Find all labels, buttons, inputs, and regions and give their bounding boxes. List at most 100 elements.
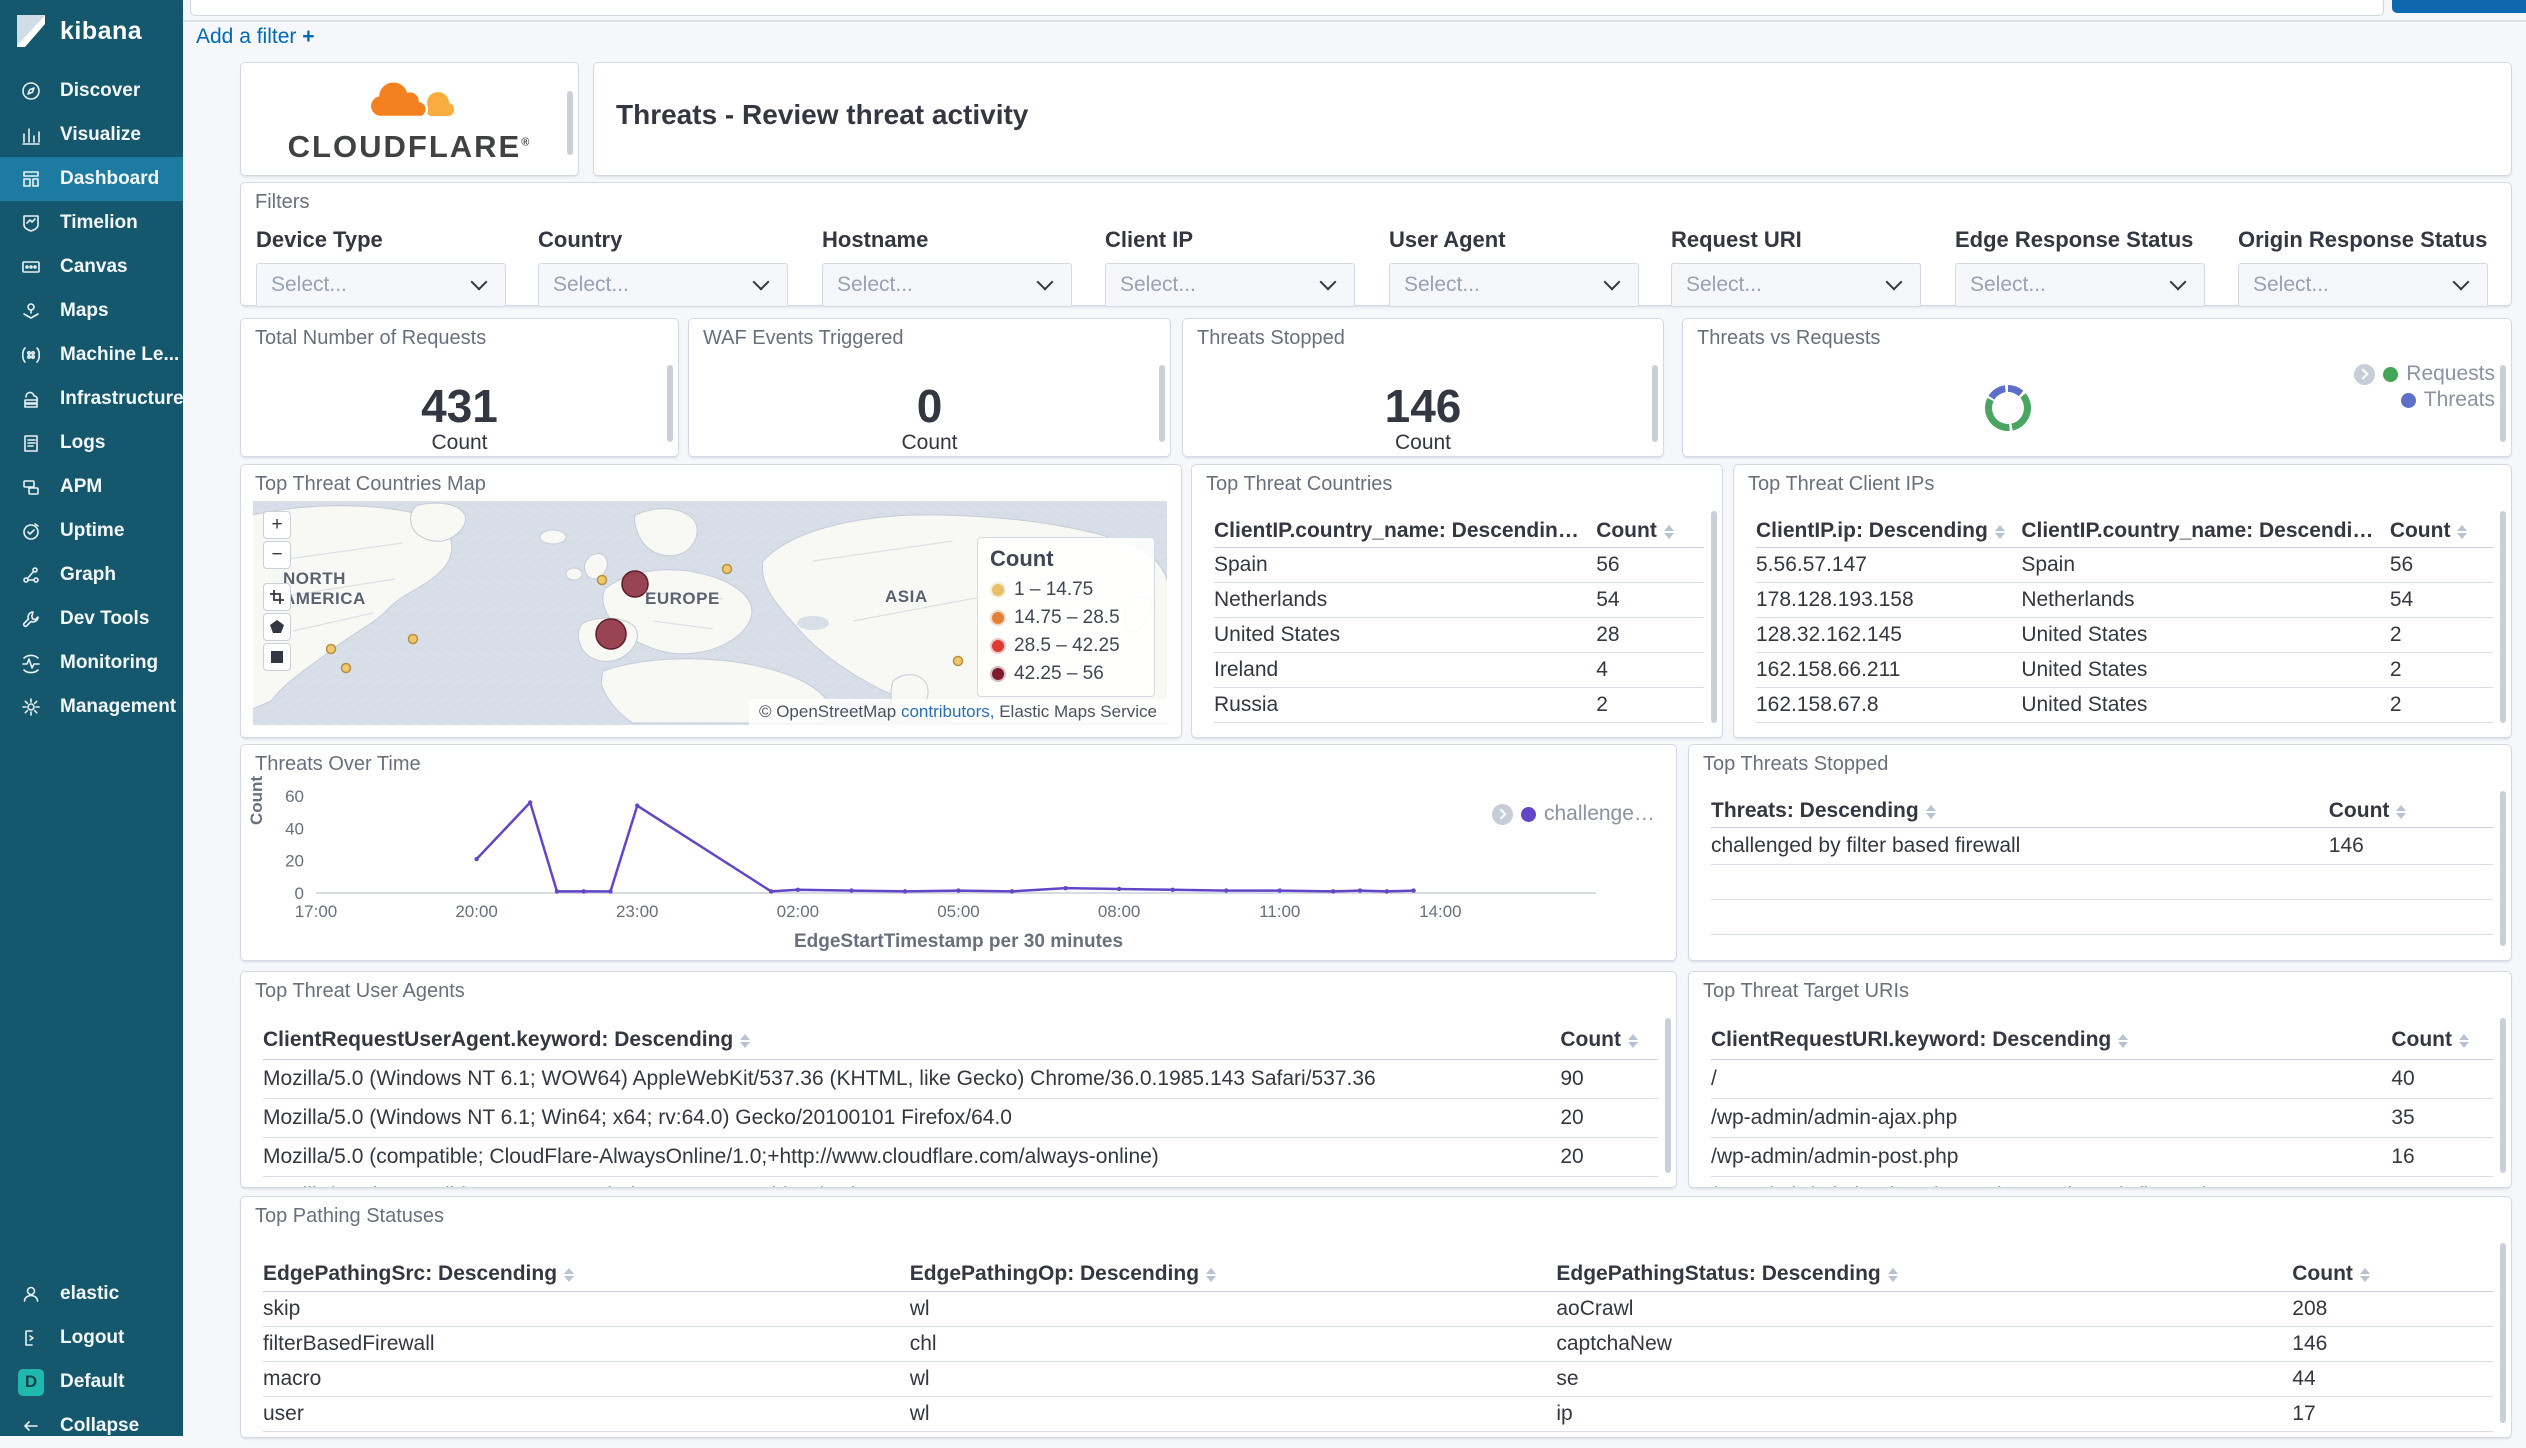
metric-unit: Count xyxy=(1394,431,1452,454)
table-row[interactable]: Ireland 4 xyxy=(1214,653,1704,688)
update-button-fragment[interactable] xyxy=(2392,0,2526,13)
scrollbar[interactable] xyxy=(1652,365,1658,442)
country-select[interactable]: Select... xyxy=(538,263,788,307)
table-row[interactable]: Netherlands 54 xyxy=(1214,583,1704,618)
scrollbar[interactable] xyxy=(1159,365,1165,442)
infrastructure-icon xyxy=(18,386,44,412)
sidebar-item-default-space[interactable]: D Default xyxy=(0,1360,183,1404)
sidebar-item-dashboard[interactable]: Dashboard xyxy=(0,157,183,201)
sidebar-item-monitoring[interactable]: Monitoring xyxy=(0,641,183,685)
scrollbar[interactable] xyxy=(2500,1243,2506,1423)
table-row[interactable]: Mozilla/5.0 (Windows NT 6.1; WOW64) Appl… xyxy=(263,1060,1658,1099)
table-row[interactable]: /wp-admin/admin-ajax.php 35 xyxy=(1711,1099,2493,1138)
uptime-icon xyxy=(18,518,44,544)
scrollbar[interactable] xyxy=(567,91,573,155)
client-ip-select[interactable]: Select... xyxy=(1105,263,1355,307)
sidebar-item-infrastructure[interactable]: Infrastructure xyxy=(0,377,184,421)
table-row[interactable]: macro wl se 44 xyxy=(263,1362,2493,1397)
table-row[interactable]: /wp-admin/admin-post.php 16 xyxy=(1711,1138,2493,1177)
legend-label[interactable]: challenged b... xyxy=(1544,802,1662,826)
table-row[interactable]: 128.32.162.145 United States 2 xyxy=(1756,618,2493,653)
scrollbar[interactable] xyxy=(2500,511,2506,723)
filter-request-uri: Request URI Select... xyxy=(1671,227,1921,307)
kibana-brand[interactable]: kibana xyxy=(0,0,183,62)
scrollbar[interactable] xyxy=(1711,511,1717,723)
map-zoom-in-button[interactable]: + xyxy=(263,511,291,539)
add-filter-link[interactable]: Add a filter + xyxy=(196,25,315,49)
svg-text:23:00: 23:00 xyxy=(616,902,659,921)
map-polygon-tool-button[interactable] xyxy=(263,613,291,641)
legend-label[interactable]: Threats xyxy=(2424,388,2495,412)
table-row[interactable]: Mozilla/5.0 (Windows NT 6.1; Win64; x64;… xyxy=(263,1099,1658,1138)
hostname-select[interactable]: Select... xyxy=(822,263,1072,307)
scrollbar[interactable] xyxy=(2500,365,2506,442)
table-row[interactable]: Russia 2 xyxy=(1214,688,1704,723)
maps-icon xyxy=(18,298,44,324)
sidebar-item-apm[interactable]: APM xyxy=(0,465,183,509)
table-row[interactable]: 5.56.57.147 Spain 56 xyxy=(1756,548,2493,583)
metric-value: 431 xyxy=(421,380,498,432)
sidebar-item-dev-tools[interactable]: Dev Tools xyxy=(0,597,183,641)
sidebar-item-timelion[interactable]: Timelion xyxy=(0,201,183,245)
user-agent-select[interactable]: Select... xyxy=(1389,263,1639,307)
threats-legend-dot xyxy=(2400,392,2416,408)
sidebar-item-maps[interactable]: Maps xyxy=(0,289,183,333)
origin-response-status-select[interactable]: Select... xyxy=(2238,263,2488,307)
map-attribution: © OpenStreetMap contributors, Elastic Ma… xyxy=(748,699,1167,725)
table-row[interactable]: United States 28 xyxy=(1214,618,1704,653)
sort-icon xyxy=(1206,1268,1217,1282)
table-row[interactable]: skip wl aoCrawl 208 xyxy=(263,1292,2493,1327)
table-row[interactable]: 162.158.66.211 United States 2 xyxy=(1756,653,2493,688)
metric-value: 146 xyxy=(1384,380,1462,432)
world-map[interactable]: NORTH AMERICA EUROPE ASIA + − Count 1 – … xyxy=(253,501,1167,725)
table-row[interactable]: Mozilla/5.0 (compatible; MSIE 9.0; Windo… xyxy=(263,1177,1658,1187)
legend-toggle-icon[interactable] xyxy=(2354,363,2376,385)
scrollbar[interactable] xyxy=(1665,1018,1671,1173)
map-rectangle-tool-button[interactable] xyxy=(263,643,291,671)
top-threat-client-ips-panel: Top Threat Client IPs ClientIP.ip: Desce… xyxy=(1733,464,2512,738)
table-row[interactable]: 178.128.193.158 Netherlands 54 xyxy=(1756,583,2493,618)
sidebar-item-elastic-user[interactable]: elastic xyxy=(0,1272,183,1316)
metric-value: 0 xyxy=(916,380,943,432)
scrollbar[interactable] xyxy=(2500,1018,2506,1173)
sidebar-item-logs[interactable]: Logs xyxy=(0,421,183,465)
sidebar-item-canvas[interactable]: Canvas xyxy=(0,245,183,289)
sidebar-item-machine-learning[interactable]: Machine Le... xyxy=(0,333,183,377)
table-row[interactable]: filterBasedFirewall chl captchaNew 146 xyxy=(263,1327,2493,1362)
threat-map-panel: Top Threat Countries Map NORTH AMERICA E… xyxy=(240,464,1182,738)
map-zoom-out-button[interactable]: − xyxy=(263,541,291,569)
sidebar-item-uptime[interactable]: Uptime xyxy=(0,509,183,553)
visualize-icon xyxy=(18,122,44,148)
map-crop-tool-button[interactable] xyxy=(263,583,291,611)
sidebar-item-collapse[interactable]: Collapse xyxy=(0,1404,183,1448)
table-row[interactable]: user wl ip 17 xyxy=(263,1397,2493,1432)
table-row[interactable]: challenged by filter based firewall 146 xyxy=(1711,828,2493,865)
legend-toggle-icon[interactable] xyxy=(1492,803,1513,825)
query-bar-remnant[interactable] xyxy=(190,0,2384,16)
collapse-icon xyxy=(18,1413,44,1439)
map-label-europe: EUROPE xyxy=(645,589,720,608)
sidebar-item-graph[interactable]: Graph xyxy=(0,553,183,597)
table-row[interactable]: Spain 56 xyxy=(1214,548,1704,583)
table-row[interactable]: 162.158.67.8 United States 2 xyxy=(1756,688,2493,723)
device-type-select[interactable]: Select... xyxy=(256,263,506,307)
sidebar-item-discover[interactable]: Discover xyxy=(0,69,183,113)
table-row[interactable]: /40 xyxy=(1711,1060,2493,1099)
sidebar-item-logout[interactable]: Logout xyxy=(0,1316,183,1360)
requests-legend-dot xyxy=(2383,366,2399,382)
edge-response-status-select[interactable]: Select... xyxy=(1955,263,2205,307)
scrollbar[interactable] xyxy=(2500,791,2506,946)
legend-dot xyxy=(990,638,1006,654)
sidebar-item-management[interactable]: Management xyxy=(0,685,183,729)
sort-icon xyxy=(1925,805,1936,819)
attribution-link[interactable]: contributors, xyxy=(901,702,995,721)
request-uri-select[interactable]: Select... xyxy=(1671,263,1921,307)
map-label-north-america: NORTH AMERICA xyxy=(283,569,366,609)
table-row[interactable]: /wp-admin/admin-ajax.php?action=update-z… xyxy=(1711,1177,2493,1187)
table-row[interactable]: Mozilla/5.0 (compatible; CloudFlare-Alwa… xyxy=(263,1138,1658,1177)
sidebar-item-visualize[interactable]: Visualize xyxy=(0,113,183,157)
chevron-down-icon xyxy=(470,273,488,291)
metric-unit: Count xyxy=(431,431,488,454)
scrollbar[interactable] xyxy=(667,365,673,442)
legend-label[interactable]: Requests xyxy=(2406,362,2495,386)
